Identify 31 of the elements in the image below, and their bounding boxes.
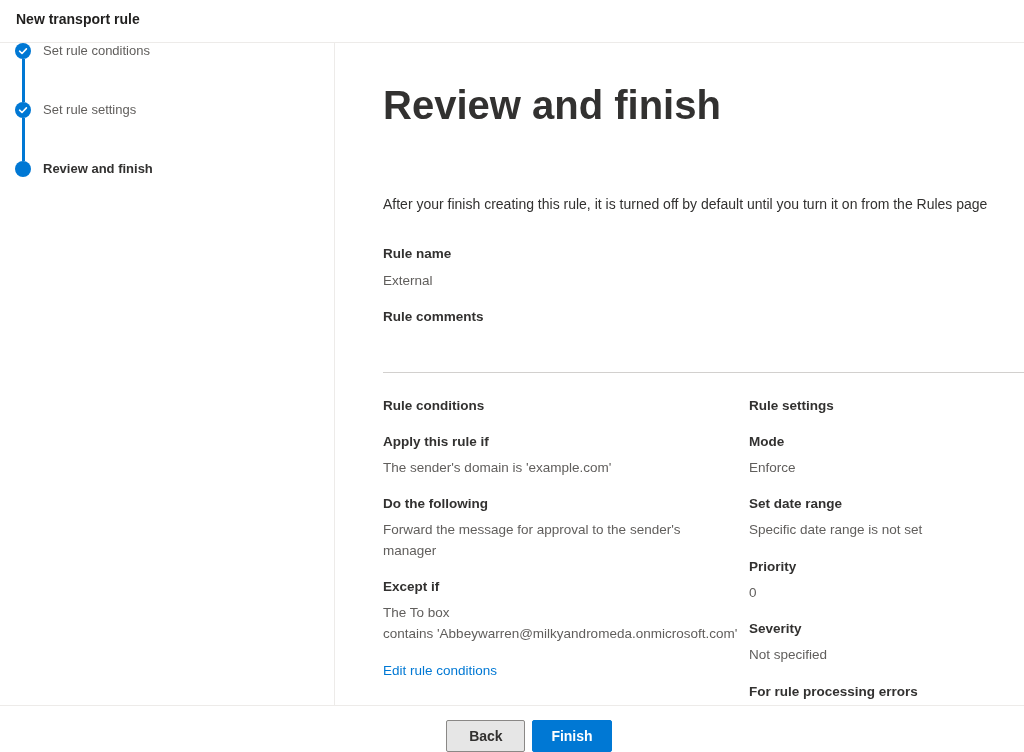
field-value: External (383, 272, 434, 290)
finish-button[interactable]: Finish (532, 720, 612, 752)
field-value: Enforce (749, 458, 797, 477)
field-value: Specific date range is not set (749, 521, 924, 539)
back-button[interactable]: Back (446, 720, 526, 752)
section-heading: Rule conditions (383, 396, 486, 415)
step-connector (21, 118, 25, 161)
step-label[interactable]: Review and finish (43, 161, 153, 177)
field-label: For rule processing errors (749, 682, 919, 701)
wizard-title: New transport rule (16, 10, 140, 28)
field-label: Severity (749, 620, 803, 638)
field-label: Rule comments (383, 307, 485, 326)
section-heading: Rule settings (749, 396, 835, 415)
field-label: Except if (383, 578, 441, 596)
edit-conditions-link[interactable]: Edit rule conditions (383, 663, 498, 678)
field-value: The sender's domain is 'example.com' (383, 458, 613, 477)
field-value: Forward the message for approval to the sender's manager (383, 521, 682, 560)
field-value: The To box contains 'Abbeywarren@milkyandromeda.onmicrosoft.com' (383, 604, 738, 643)
step-label[interactable]: Set rule conditions (43, 43, 150, 59)
page-description: After your finish creating this rule, it is turned off by default until you turn it on from the Rules page (383, 195, 989, 214)
field-label: Priority (749, 557, 798, 576)
field-label: Mode (749, 432, 786, 451)
field-label: Apply this rule if (383, 432, 490, 451)
field-label: Rule name (383, 245, 453, 263)
step-label[interactable]: Set rule settings (43, 102, 137, 118)
field-value: 0 (749, 583, 758, 602)
field-value: Not specified (749, 646, 829, 664)
page-title: Review and finish (383, 83, 722, 127)
step-connector (21, 59, 25, 102)
field-label: Set date range (749, 495, 844, 513)
field-label: Do the following (383, 495, 489, 513)
